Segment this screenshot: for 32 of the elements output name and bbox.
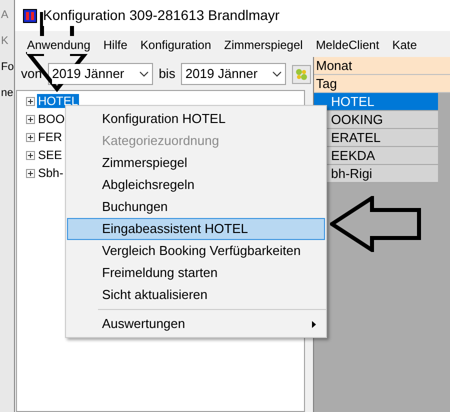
month-dropdown[interactable]: 2019 Jänner: [181, 63, 286, 85]
window-text: Fo: [0, 60, 14, 74]
tree-item[interactable]: HOTEL: [37, 94, 80, 108]
refresh-icon: [295, 68, 308, 80]
from-label: von: [21, 65, 42, 84]
menu-item[interactable]: Anwendung: [27, 36, 90, 54]
app-icon: [23, 8, 37, 22]
chevron-down-icon: [272, 71, 282, 77]
expand-icon[interactable]: [26, 150, 35, 160]
context-menu-item[interactable]: Vergleich Booking Verfügbarkeiten: [67, 240, 325, 262]
to-label: bis: [158, 65, 176, 84]
expand-icon[interactable]: [26, 114, 35, 124]
context-menu-item[interactable]: Buchungen: [67, 196, 325, 218]
context-menu-item[interactable]: Sicht aktualisieren: [67, 284, 325, 306]
month-dropdown[interactable]: 2019 Jänner: [48, 63, 153, 85]
window-text: ne: [0, 86, 14, 100]
expand-icon[interactable]: [26, 96, 35, 106]
context-menu-item[interactable]: Freimeldung starten: [67, 262, 325, 284]
tree-item[interactable]: BOO: [37, 112, 66, 126]
window-text: A: [0, 8, 10, 22]
context-menu-item[interactable]: Eingabeassistent HOTEL: [67, 218, 325, 240]
chevron-down-icon: [138, 71, 149, 77]
context-menu-item[interactable]: Auswertungen: [67, 313, 325, 335]
tree-item[interactable]: FER: [37, 130, 63, 144]
tree-item[interactable]: SEE: [37, 148, 64, 162]
tree-item[interactable]: Sbh-: [37, 166, 64, 180]
expand-icon[interactable]: [26, 168, 35, 178]
grid-header-cell: Monat: [314, 57, 450, 75]
grid-header-cell: Tag: [314, 75, 450, 93]
window-text: K: [0, 34, 10, 48]
grid-row[interactable]: HOTEL: [314, 93, 438, 111]
expand-icon[interactable]: [26, 132, 35, 142]
